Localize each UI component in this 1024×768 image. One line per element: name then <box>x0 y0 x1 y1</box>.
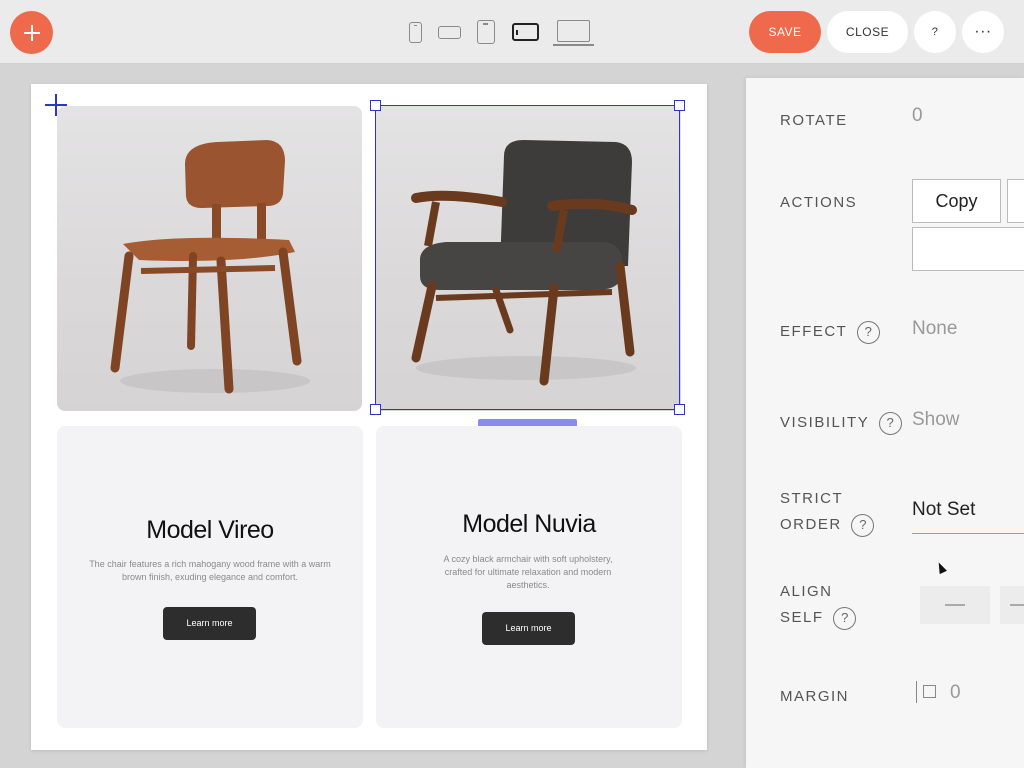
product-description: A cozy black armchair with soft upholste… <box>443 554 613 590</box>
learn-more-button[interactable]: Learn more <box>482 612 575 645</box>
wooden-chair-image[interactable] <box>57 106 362 411</box>
visibility-label: VISIBILITY ? <box>780 410 902 436</box>
product-card-vireo[interactable]: Model Vireo The chair features a rich ma… <box>57 426 363 728</box>
tablet-portrait-icon[interactable] <box>477 20 495 44</box>
phone-landscape-icon[interactable] <box>438 26 461 39</box>
strict-order-label-line2: ORDER <box>780 516 842 533</box>
help-icon[interactable]: ? <box>851 513 875 537</box>
strict-order-input[interactable]: Not Set <box>912 496 1024 534</box>
product-title: Model Nuvia <box>462 510 596 538</box>
help-icon[interactable]: ? <box>856 320 880 344</box>
save-button[interactable]: SAVE <box>749 11 821 53</box>
top-toolbar: SAVE CLOSE ? ··· <box>0 0 1024 64</box>
product-card-nuvia[interactable]: Model Nuvia A cozy black armchair with s… <box>376 426 682 728</box>
add-element-button[interactable] <box>10 11 53 54</box>
help-icon[interactable]: ? <box>833 606 857 630</box>
effect-label: EFFECT ? <box>780 319 880 345</box>
armchair-illustration <box>411 140 637 386</box>
help-button[interactable]: ? <box>914 11 956 53</box>
strict-order-label-line1: STRICT <box>780 490 844 507</box>
desktop-icon-stand <box>553 44 594 46</box>
rotate-input[interactable]: 0 <box>912 105 923 127</box>
visibility-select[interactable]: Show <box>912 409 960 431</box>
learn-more-button[interactable]: Learn more <box>163 607 256 640</box>
strict-order-label: STRICT ORDER ? <box>780 486 875 538</box>
actions-label: ACTIONS <box>780 194 858 211</box>
phone-portrait-icon[interactable] <box>409 22 422 43</box>
effect-label-text: EFFECT <box>780 323 848 340</box>
align-self-option-2[interactable] <box>1000 586 1024 624</box>
desktop-icon[interactable] <box>557 20 590 42</box>
margin-input[interactable]: 0 <box>950 682 961 704</box>
close-button[interactable]: CLOSE <box>827 11 908 53</box>
align-self-label: ALIGN SELF ? <box>780 579 857 631</box>
align-self-option-1[interactable] <box>920 586 990 624</box>
design-canvas[interactable]: 460 × 460 Model Vireo The chair features… <box>31 84 707 750</box>
wooden-chair-illustration <box>110 140 310 394</box>
armchair-image[interactable] <box>376 106 681 411</box>
effect-select[interactable]: None <box>912 318 957 340</box>
properties-panel: ROTATE 0 ACTIONS Copy EFFECT ? None VISI… <box>746 78 1024 768</box>
rotate-label: ROTATE <box>780 112 848 129</box>
align-self-label-line2: SELF <box>780 609 824 626</box>
margin-label: MARGIN <box>780 688 849 705</box>
more-options-button[interactable]: ··· <box>962 11 1004 53</box>
action-button-2[interactable] <box>1007 179 1024 223</box>
margin-icon <box>916 681 942 703</box>
help-icon[interactable]: ? <box>878 411 902 435</box>
copy-button[interactable]: Copy <box>912 179 1001 223</box>
visibility-label-text: VISIBILITY <box>780 414 869 431</box>
product-title: Model Vireo <box>146 516 274 544</box>
tablet-landscape-icon[interactable] <box>512 23 539 41</box>
action-button-3[interactable] <box>912 227 1024 271</box>
product-description: The chair features a rich mahogany wood … <box>89 559 331 582</box>
align-self-label-line1: ALIGN <box>780 583 833 600</box>
